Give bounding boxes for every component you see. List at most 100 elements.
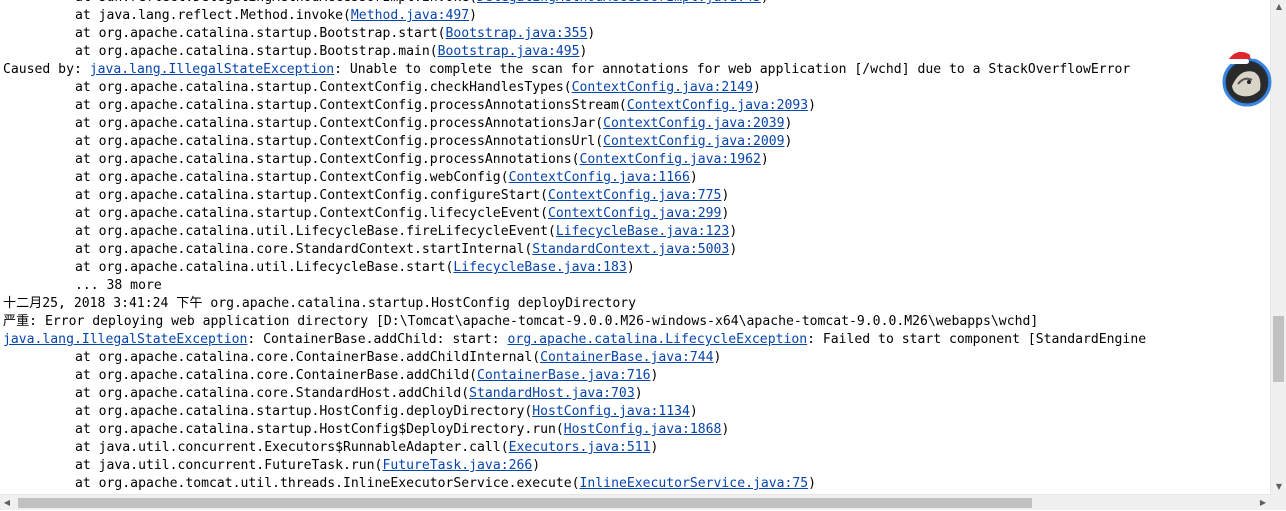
horizontal-scroll-thumb[interactable] xyxy=(18,498,1032,508)
source-link[interactable]: HostConfig.java:1868 xyxy=(564,422,722,437)
log-line: at org.apache.catalina.core.ContainerBas… xyxy=(75,349,721,367)
log-line: at sun.reflect.DelegatingMethodAccessorI… xyxy=(75,0,769,7)
log-text: at org.apache.catalina.startup.ContextCo… xyxy=(75,116,604,131)
horizontal-scrollbar[interactable]: ◀ ▶ xyxy=(0,494,1270,510)
source-link[interactable]: Bootstrap.java:355 xyxy=(446,26,588,41)
log-text: at org.apache.catalina.startup.ContextCo… xyxy=(75,98,627,113)
source-link[interactable]: Executors.java:511 xyxy=(509,440,651,455)
scrollbar-corner xyxy=(1270,494,1286,510)
scroll-up-icon[interactable]: ▲ xyxy=(1271,0,1286,14)
log-line: 严重: Error deploying web application dire… xyxy=(3,313,1038,331)
source-link[interactable]: org.apache.catalina.LifecycleException xyxy=(508,332,808,347)
source-link[interactable]: LifecycleBase.java:183 xyxy=(453,260,626,275)
source-link[interactable]: ContextConfig.java:2093 xyxy=(627,98,808,113)
source-link[interactable]: ContextConfig.java:2149 xyxy=(572,80,753,95)
scroll-left-icon[interactable]: ◀ xyxy=(0,495,14,511)
log-line: at org.apache.catalina.startup.HostConfi… xyxy=(75,421,729,439)
log-line: at org.apache.catalina.startup.ContextCo… xyxy=(75,115,792,133)
log-text: at org.apache.catalina.startup.ContextCo… xyxy=(75,134,604,149)
log-text: at org.apache.catalina.startup.ContextCo… xyxy=(75,206,548,221)
log-text: ) xyxy=(808,476,817,491)
log-line: java.lang.IllegalStateException: Contain… xyxy=(3,331,1146,349)
log-text: ) xyxy=(721,206,730,221)
log-text: at org.apache.catalina.core.StandardHost… xyxy=(75,386,470,401)
source-link[interactable]: java.lang.IllegalStateException xyxy=(3,332,247,347)
source-link[interactable]: StandardHost.java:703 xyxy=(469,386,635,401)
source-link[interactable]: ContextConfig.java:1962 xyxy=(580,152,761,167)
source-link[interactable]: Bootstrap.java:495 xyxy=(438,44,580,59)
source-link[interactable]: LifecycleBase.java:123 xyxy=(556,224,729,239)
source-link[interactable]: ContextConfig.java:299 xyxy=(548,206,721,221)
log-text: at org.apache.catalina.core.StandardCont… xyxy=(75,242,533,257)
source-link[interactable]: ContextConfig.java:2009 xyxy=(603,134,784,149)
log-line: at org.apache.catalina.startup.ContextCo… xyxy=(75,133,792,151)
log-text: ) xyxy=(689,170,698,185)
log-text: ) xyxy=(784,116,793,131)
scroll-down-icon[interactable]: ▼ xyxy=(1271,480,1286,494)
log-text: at java.lang.reflect.Method.invoke( xyxy=(75,8,351,23)
source-link[interactable]: ContainerBase.java:716 xyxy=(477,368,650,383)
log-text: at java.util.concurrent.Executors$Runnab… xyxy=(75,440,509,455)
log-text: ) xyxy=(721,422,730,437)
log-text: at org.apache.catalina.startup.HostConfi… xyxy=(75,422,564,437)
log-text: ) xyxy=(713,350,722,365)
log-text: at org.apache.catalina.startup.ContextCo… xyxy=(75,152,580,167)
source-link[interactable]: java.lang.IllegalStateException xyxy=(90,62,334,77)
log-line: at java.lang.reflect.Method.invoke(Metho… xyxy=(75,7,477,25)
log-text: 严重: Error deploying web application dire… xyxy=(3,314,1039,329)
log-text: at org.apache.catalina.startup.ContextCo… xyxy=(75,80,572,95)
log-text: ) xyxy=(761,0,769,5)
source-link[interactable]: ContextConfig.java:775 xyxy=(548,188,721,203)
log-text: : ContainerBase.addChild: start: xyxy=(247,332,508,347)
log-line: at org.apache.tomcat.util.threads.Inline… xyxy=(75,475,816,493)
log-text: ) xyxy=(650,368,659,383)
source-link[interactable]: ContainerBase.java:744 xyxy=(540,350,713,365)
log-line: 十二月25, 2018 3:41:24 下午 org.apache.catali… xyxy=(3,295,636,313)
log-text: ) xyxy=(752,80,761,95)
log-text: ... 38 more xyxy=(75,278,162,293)
user-avatar-icon[interactable] xyxy=(1218,46,1274,108)
scroll-right-icon[interactable]: ▶ xyxy=(1256,495,1270,511)
source-link[interactable]: HostConfig.java:1134 xyxy=(532,404,690,419)
log-text: at org.apache.catalina.util.LifecycleBas… xyxy=(75,260,454,275)
log-text: ) xyxy=(634,386,643,401)
log-line: at org.apache.catalina.startup.ContextCo… xyxy=(75,187,729,205)
log-text: at org.apache.catalina.startup.Bootstrap… xyxy=(75,26,446,41)
log-line: at org.apache.catalina.startup.HostConfi… xyxy=(75,403,698,421)
source-link[interactable]: FutureTask.java:266 xyxy=(382,458,532,473)
source-link[interactable]: Method.java:497 xyxy=(351,8,469,23)
log-text: ) xyxy=(587,26,596,41)
log-line: at org.apache.catalina.startup.ContextCo… xyxy=(75,79,761,97)
log-text: Caused by: xyxy=(3,62,90,77)
log-text: ) xyxy=(650,440,659,455)
log-text: ) xyxy=(760,152,769,167)
log-text: : Unable to complete the scan for annota… xyxy=(334,62,1131,77)
log-line: at org.apache.catalina.core.StandardHost… xyxy=(75,385,643,403)
log-text: ) xyxy=(729,242,738,257)
log-line: at org.apache.catalina.startup.ContextCo… xyxy=(75,169,698,187)
log-line: at org.apache.catalina.util.LifecycleBas… xyxy=(75,259,635,277)
log-text: at org.apache.catalina.core.ContainerBas… xyxy=(75,350,541,365)
log-text: at org.apache.catalina.startup.HostConfi… xyxy=(75,404,533,419)
console-output: at sun.reflect.DelegatingMethodAccessorI… xyxy=(0,0,1270,494)
log-text: ) xyxy=(689,404,698,419)
source-link[interactable]: StandardContext.java:5003 xyxy=(532,242,729,257)
log-text: at org.apache.catalina.startup.ContextCo… xyxy=(75,188,548,203)
log-text: ) xyxy=(579,44,588,59)
source-link[interactable]: ContextConfig.java:1166 xyxy=(509,170,690,185)
source-link[interactable]: InlineExecutorService.java:75 xyxy=(580,476,809,491)
log-text: at org.apache.catalina.util.LifecycleBas… xyxy=(75,224,556,239)
log-text: ) xyxy=(808,98,817,113)
log-text: at java.util.concurrent.FutureTask.run( xyxy=(75,458,383,473)
log-line: at org.apache.catalina.startup.Bootstrap… xyxy=(75,25,595,43)
source-link[interactable]: ContextConfig.java:2039 xyxy=(603,116,784,131)
log-text: ) xyxy=(532,458,541,473)
log-line: at java.util.concurrent.FutureTask.run(F… xyxy=(75,457,540,475)
source-link[interactable]: DelegatingMethodAccessorImpl.java:43 xyxy=(477,0,761,5)
log-line: at org.apache.catalina.startup.ContextCo… xyxy=(75,205,729,223)
log-text: 十二月25, 2018 3:41:24 下午 org.apache.catali… xyxy=(3,296,637,311)
log-line: Caused by: java.lang.IllegalStateExcepti… xyxy=(3,61,1130,79)
log-line: at org.apache.catalina.core.StandardCont… xyxy=(75,241,737,259)
vertical-scroll-thumb[interactable] xyxy=(1273,316,1284,382)
log-text: ) xyxy=(729,224,738,239)
